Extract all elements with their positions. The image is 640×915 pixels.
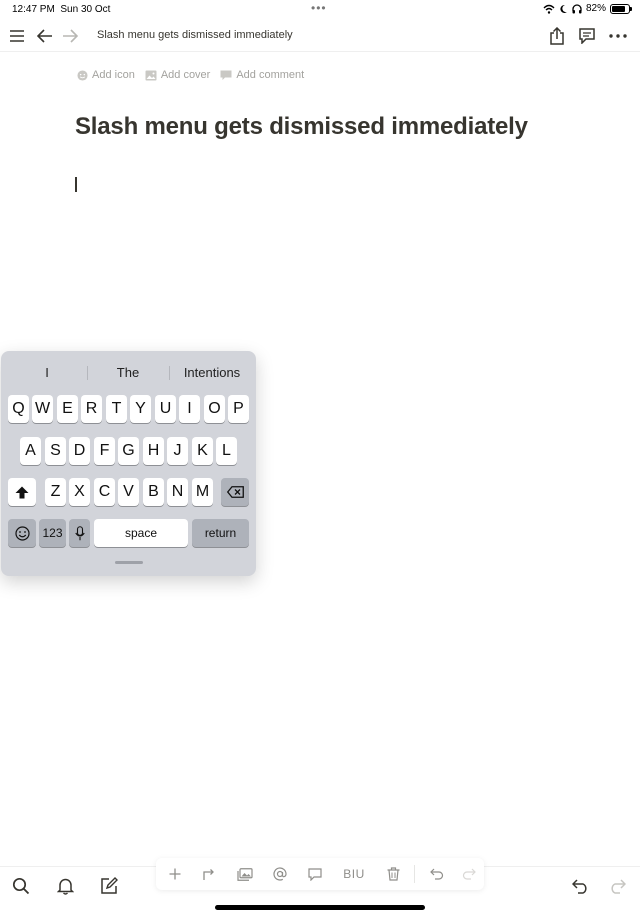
suggestion-2[interactable]: The <box>99 365 157 380</box>
text-cursor[interactable] <box>75 177 77 192</box>
suggestion-divider <box>169 366 170 380</box>
key-p[interactable]: P <box>228 395 249 423</box>
key-k[interactable]: K <box>192 437 213 465</box>
trash-icon[interactable] <box>382 864 404 884</box>
multitasking-dots[interactable]: ••• <box>311 1 327 15</box>
delete-icon <box>226 486 244 498</box>
add-comment-button[interactable]: Add comment <box>220 69 304 81</box>
predictive-suggestions: I The Intentions <box>1 363 256 383</box>
menu-icon[interactable] <box>5 24 29 48</box>
add-comment-label: Add comment <box>236 69 305 81</box>
key-a[interactable]: A <box>20 437 41 465</box>
toolbar-divider <box>414 865 415 883</box>
media-icon[interactable] <box>234 864 256 884</box>
suggestion-3[interactable]: Intentions <box>173 365 251 380</box>
numbers-key[interactable]: 123 <box>39 519 66 547</box>
status-bar: 12:47 PM Sun 30 Oct ••• 82% <box>0 0 640 18</box>
keyboard-drag-handle[interactable] <box>115 561 143 564</box>
comment-icon[interactable] <box>304 864 326 884</box>
nav-page-title[interactable]: Slash menu gets dismissed immediately <box>97 29 293 41</box>
key-g[interactable]: G <box>118 437 139 465</box>
wifi-icon <box>543 4 555 14</box>
battery-level <box>612 5 626 12</box>
share-icon[interactable] <box>545 24 569 48</box>
undo-icon[interactable] <box>568 873 594 899</box>
key-t[interactable]: T <box>106 395 127 423</box>
add-icon-button[interactable]: Add icon <box>77 69 135 81</box>
toolbar-undo-icon[interactable] <box>426 864 448 884</box>
home-indicator[interactable] <box>215 905 425 910</box>
key-c[interactable]: C <box>94 478 115 506</box>
status-indicators: 82% <box>543 3 632 14</box>
edit-toolbar: BIU <box>156 858 484 890</box>
key-u[interactable]: U <box>155 395 176 423</box>
search-icon[interactable] <box>8 873 34 899</box>
key-f[interactable]: F <box>94 437 115 465</box>
key-h[interactable]: H <box>143 437 164 465</box>
comment-bubble-icon <box>220 70 232 80</box>
back-icon[interactable] <box>33 24 57 48</box>
page-header-actions: Add icon Add cover Add comment <box>77 69 304 81</box>
battery-percent: 82% <box>585 3 606 14</box>
smiley-icon <box>77 69 88 81</box>
forward-icon[interactable] <box>58 24 82 48</box>
comments-icon[interactable] <box>575 24 599 48</box>
key-d[interactable]: D <box>69 437 90 465</box>
key-b[interactable]: B <box>143 478 164 506</box>
headphones-icon <box>572 3 582 13</box>
key-o[interactable]: O <box>204 395 225 423</box>
redo-icon[interactable] <box>604 873 630 899</box>
image-icon <box>145 70 157 80</box>
compose-icon[interactable] <box>96 873 122 899</box>
top-navigation-bar: Slash menu gets dismissed immediately <box>0 20 640 52</box>
key-z[interactable]: Z <box>45 478 66 506</box>
text-format-button[interactable]: BIU <box>339 864 369 884</box>
shift-key[interactable] <box>8 478 36 506</box>
suggestion-1[interactable]: I <box>33 365 61 380</box>
add-cover-label: Add cover <box>160 69 211 81</box>
bell-icon[interactable] <box>52 873 78 899</box>
battery-icon <box>610 3 632 14</box>
suggestion-divider <box>87 366 88 380</box>
key-y[interactable]: Y <box>130 395 151 423</box>
key-m[interactable]: M <box>192 478 213 506</box>
floating-keyboard: I The Intentions Q W E R T Y U I O P A S… <box>1 351 256 576</box>
key-w[interactable]: W <box>32 395 53 423</box>
toolbar-redo-icon[interactable] <box>458 864 480 884</box>
moon-icon <box>560 4 567 13</box>
emoji-key[interactable] <box>8 519 36 547</box>
space-key[interactable]: space <box>94 519 188 547</box>
add-block-icon[interactable] <box>164 864 186 884</box>
more-icon[interactable] <box>606 24 630 48</box>
emoji-icon <box>14 525 30 541</box>
key-l[interactable]: L <box>216 437 237 465</box>
mention-icon[interactable] <box>269 864 291 884</box>
delete-key[interactable] <box>221 478 249 506</box>
key-v[interactable]: V <box>118 478 139 506</box>
page-title[interactable]: Slash menu gets dismissed immediately <box>75 113 528 141</box>
microphone-icon <box>74 525 85 540</box>
return-key[interactable]: return <box>192 519 249 547</box>
key-r[interactable]: R <box>81 395 102 423</box>
key-e[interactable]: E <box>57 395 78 423</box>
status-time: 12:47 PM Sun 30 Oct <box>12 4 111 15</box>
key-n[interactable]: N <box>167 478 188 506</box>
key-i[interactable]: I <box>179 395 200 423</box>
add-icon-label: Add icon <box>92 69 135 81</box>
key-q[interactable]: Q <box>8 395 29 423</box>
add-cover-button[interactable]: Add cover <box>145 69 211 81</box>
status-date: Sun 30 Oct <box>60 4 111 15</box>
key-x[interactable]: X <box>69 478 90 506</box>
turn-into-icon[interactable] <box>197 864 219 884</box>
dictation-key[interactable] <box>69 519 90 547</box>
shift-icon <box>15 486 29 498</box>
key-j[interactable]: J <box>167 437 188 465</box>
key-s[interactable]: S <box>45 437 66 465</box>
